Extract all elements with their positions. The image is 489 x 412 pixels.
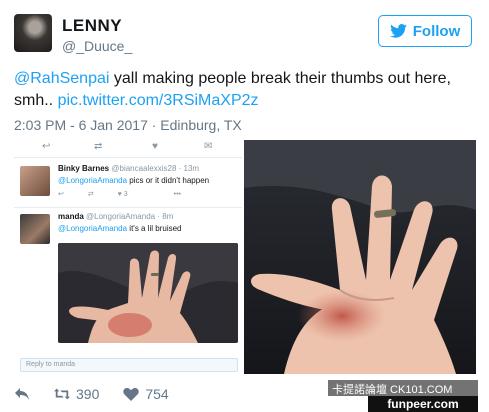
mini-avatar [20,166,50,196]
reply2-mention: @LongoriaAmanda [58,224,128,233]
embedded-screenshot[interactable]: ↩ ⇄ ♥ ✉ Binky Barnes @biancaalexxis28 · … [14,140,242,374]
tweet-timestamp[interactable]: 2:03 PM - 6 Jan 2017 · Edinburg, TX [14,117,242,133]
tweet-media-link[interactable]: pic.twitter.com/3RSiMaXP2z [58,92,259,109]
tweet-text: @RahSenpai yall making people break thei… [14,68,474,112]
heart-icon [123,387,140,401]
reply-button[interactable] [14,387,30,401]
mini-like-icon: ♥ [152,141,158,152]
follow-button[interactable]: Follow [378,15,472,47]
follow-label: Follow [412,22,461,40]
mini-reply-icon: ↩ [42,141,51,152]
like-button[interactable]: 754 [123,386,169,402]
reply2-text: it's a lil bruised [127,224,182,233]
reply2-name: manda [58,212,84,221]
reply1-mention: @LongoriaAmanda [58,176,128,185]
mini-avatar [20,214,50,244]
watermark-funpeer: funpeer.com [368,396,478,412]
like-count: 754 [145,386,169,402]
retweet-button[interactable]: 390 [54,386,99,402]
divider [14,207,242,208]
reply1-likes: 3 [123,191,128,198]
tweet-mention[interactable]: @RahSenpai [14,70,109,87]
user-handle[interactable]: @_Duuce_ [62,38,132,54]
embedded-action-bar: ↩ ⇄ ♥ ✉ [14,140,242,158]
hand-photo[interactable] [244,140,476,374]
mini-message-icon: ✉ [204,141,213,152]
mini-retweet-icon: ⇄ [94,141,103,152]
mini-reply-icon: ↩ [58,191,64,198]
retweet-count: 390 [76,386,100,402]
watermark-ck101: 卡提諾論壇 CK101.COM [328,380,478,396]
twitter-bird-icon [389,24,407,38]
mini-more-icon: ••• [173,191,181,198]
reply2-handle: @LongoriaAmanda · 8m [86,212,174,221]
tweet-actions: 390 754 [14,384,193,404]
retweet-icon [54,388,70,400]
reply-icon [15,388,29,400]
display-name[interactable]: LENNY [62,16,122,36]
embedded-hand-photo [58,243,238,343]
profile-avatar[interactable] [14,14,52,52]
mini-like-icon: ♥ 3 [117,191,128,198]
reply1-name: Binky Barnes [58,164,110,173]
mini-retweet-icon: ⇄ [87,191,94,198]
reply-input[interactable]: Reply to manda [20,358,238,372]
reply1-text: pics or it didn't happen [127,176,210,185]
reply1-handle: @biancaalexxis28 · 13m [111,164,200,173]
